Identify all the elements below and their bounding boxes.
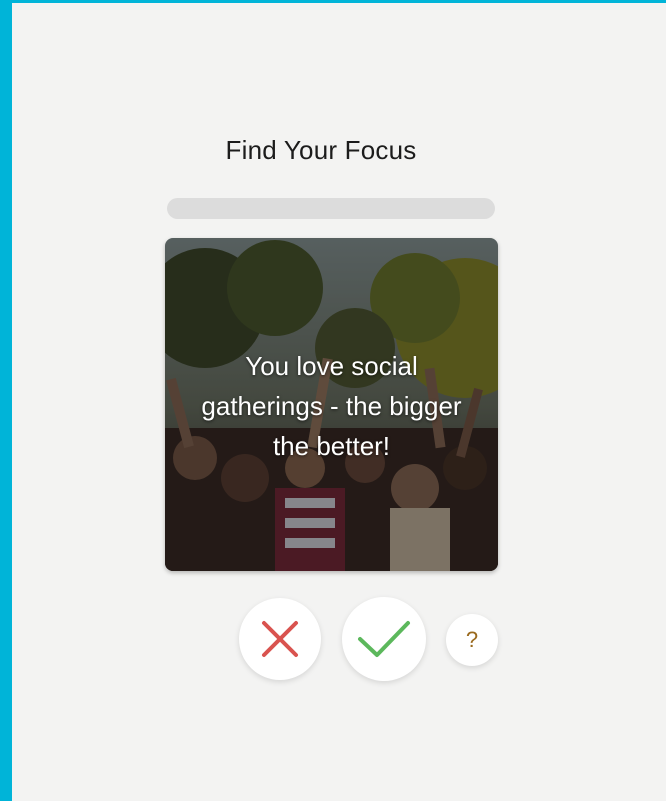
- progress-bar: [167, 198, 495, 219]
- statement-card[interactable]: You love social gatherings - the bigger …: [165, 238, 498, 571]
- close-icon: [262, 621, 298, 657]
- help-button[interactable]: ?: [446, 614, 498, 666]
- reject-button[interactable]: [239, 598, 321, 680]
- accept-button[interactable]: [342, 597, 426, 681]
- page-title: Find Your Focus: [225, 135, 417, 165]
- card-statement: You love social gatherings - the bigger …: [201, 351, 462, 461]
- check-icon: [358, 621, 410, 657]
